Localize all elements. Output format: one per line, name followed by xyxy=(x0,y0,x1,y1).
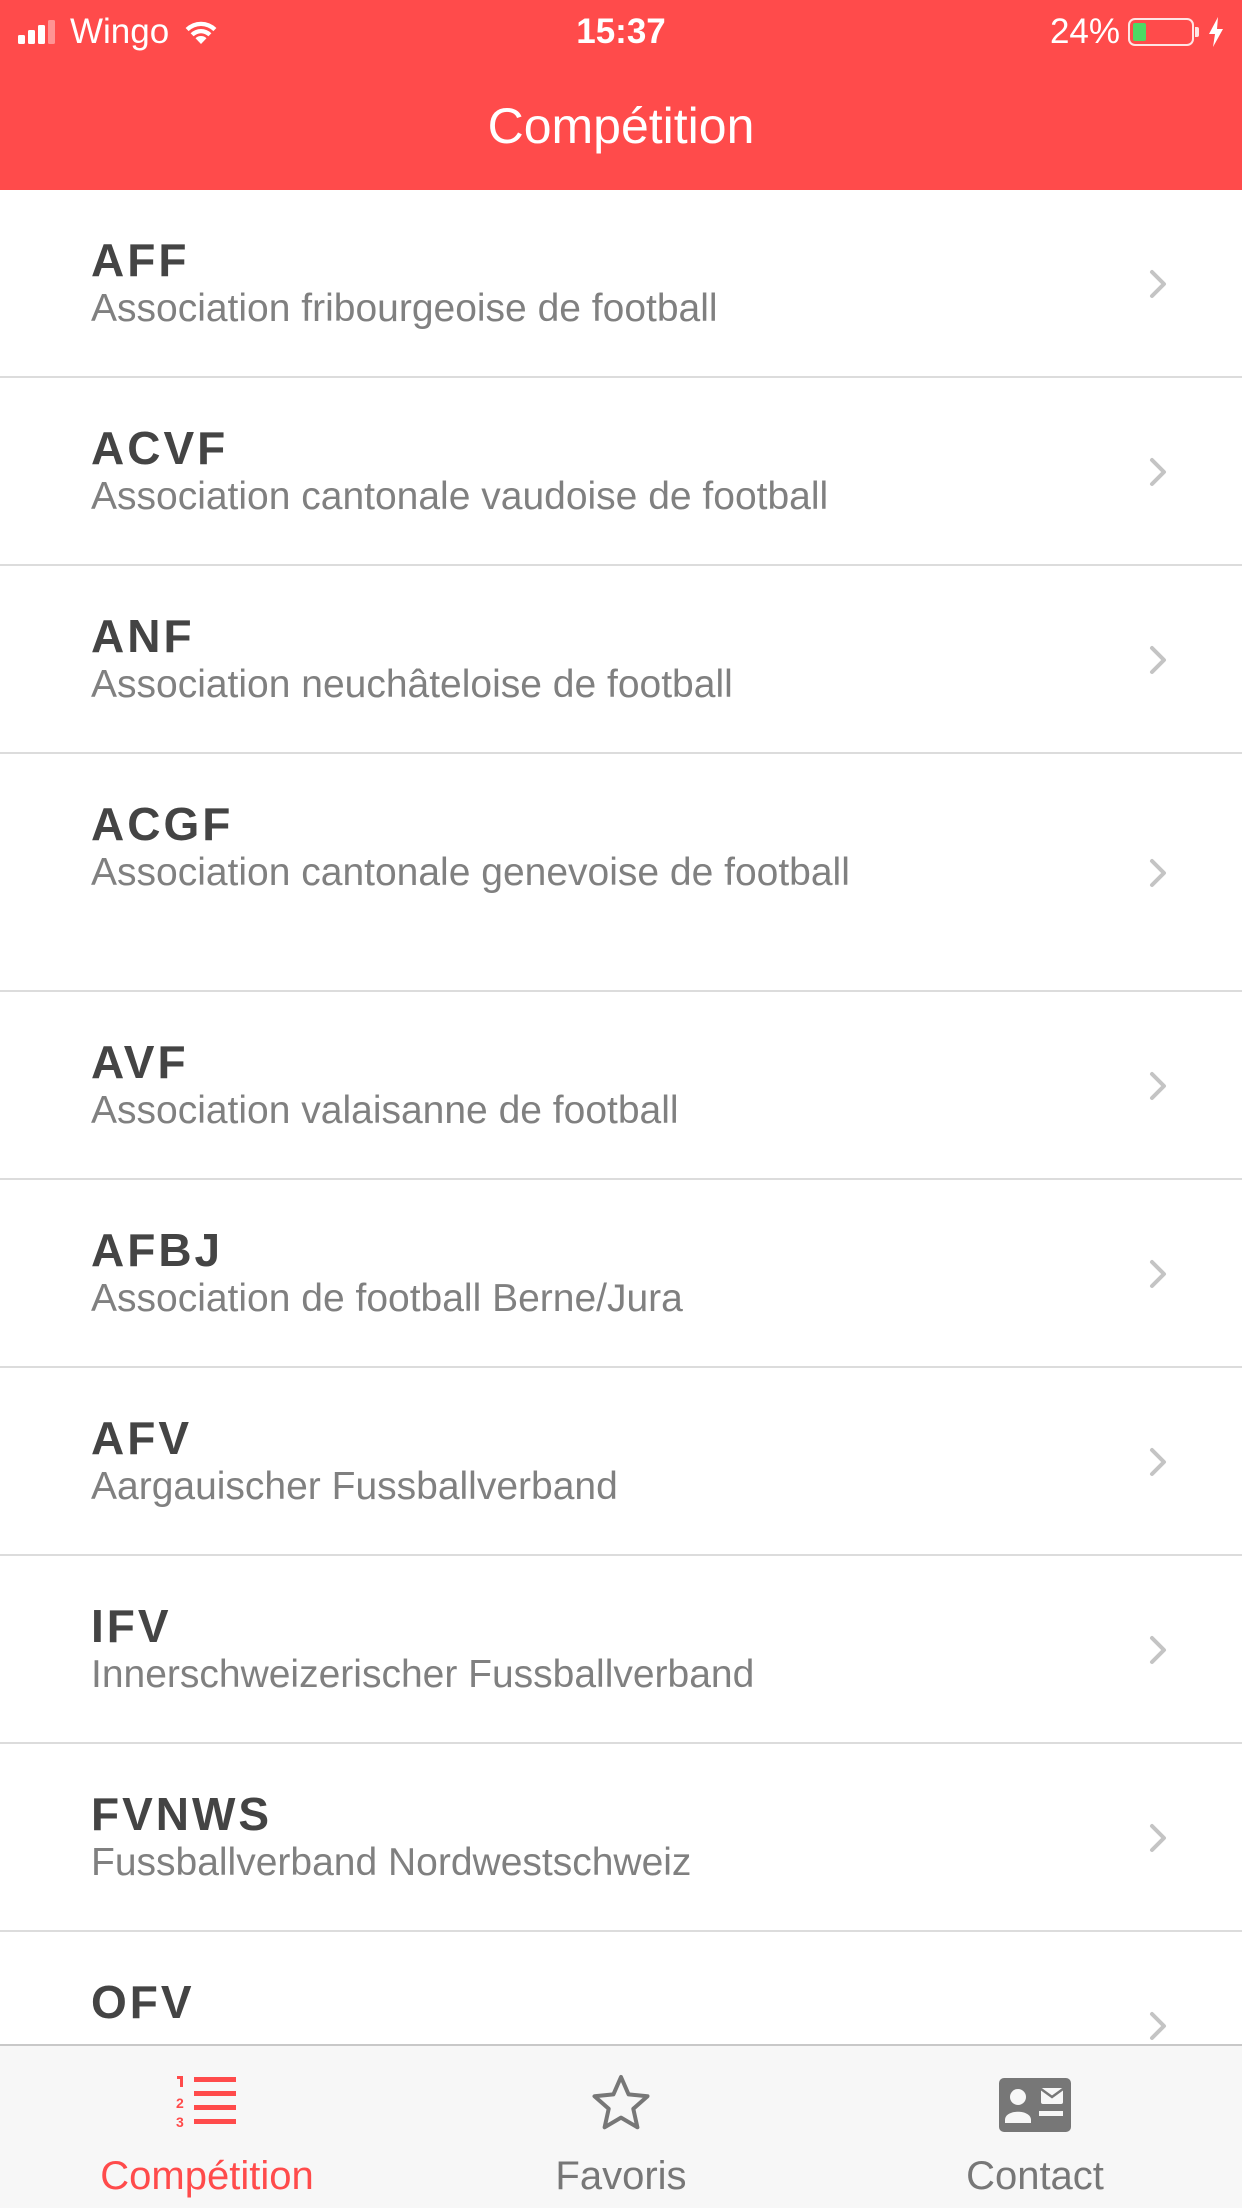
charging-bolt-icon xyxy=(1209,17,1223,47)
chevron-right-icon xyxy=(1150,859,1166,887)
tab-label: Favoris xyxy=(555,2154,687,2198)
star-icon xyxy=(592,2075,650,2130)
association-code: ACGF xyxy=(91,798,234,850)
svg-text:3: 3 xyxy=(176,2114,184,2128)
header: Wingo 15:37 24% Compétition xyxy=(0,0,1242,190)
association-name: Innerschweizerischer Fussballverband xyxy=(91,1653,755,1696)
battery-icon xyxy=(1128,18,1199,46)
association-code: AVF xyxy=(91,1036,189,1088)
association-code: FVNWS xyxy=(91,1788,273,1840)
association-row[interactable]: IFV Innerschweizerischer Fussballverband xyxy=(0,1556,1242,1744)
association-name: Fussballverband Nordwestschweiz xyxy=(91,1841,692,1884)
chevron-right-icon xyxy=(1150,270,1166,298)
association-name: Association neuchâteloise de football xyxy=(91,663,733,706)
chevron-right-icon xyxy=(1150,458,1166,486)
chevron-right-icon xyxy=(1150,1824,1166,1852)
association-code: ACVF xyxy=(91,422,229,474)
association-row[interactable]: ANF Association neuchâteloise de football xyxy=(0,566,1242,754)
association-row[interactable]: AFBJ Association de football Berne/Jura xyxy=(0,1180,1242,1368)
association-row[interactable]: AFF Association fribourgeoise de football xyxy=(0,190,1242,378)
chevron-right-icon xyxy=(1150,1072,1166,1100)
association-row[interactable]: FVNWS Fussballverband Nordwestschweiz xyxy=(0,1744,1242,1932)
association-name: Association de football Berne/Jura xyxy=(91,1277,683,1320)
association-code: OFV xyxy=(91,1976,195,2028)
association-code: ANF xyxy=(91,610,195,662)
chevron-right-icon xyxy=(1150,646,1166,674)
association-name: Association cantonale genevoise de footb… xyxy=(91,851,850,894)
tab-favoris[interactable]: Favoris xyxy=(414,2046,828,2208)
association-name: Association fribourgeoise de football xyxy=(91,287,718,330)
chevron-right-icon xyxy=(1150,2012,1166,2040)
numbered-list-icon: 2 3 xyxy=(176,2076,236,2128)
battery-percent: 24% xyxy=(1049,12,1120,51)
contact-card-icon xyxy=(999,2078,1071,2132)
status-bar: Wingo 15:37 24% xyxy=(0,0,1242,62)
association-code: AFBJ xyxy=(91,1224,224,1276)
association-name: Aargauischer Fussballverband xyxy=(91,1465,618,1508)
association-row[interactable]: ACGF Association cantonale genevoise de f… xyxy=(0,754,1242,992)
association-name: Association cantonale vaudoise de footba… xyxy=(91,475,829,518)
tab-label: Compétition xyxy=(100,2154,314,2198)
tab-label: Contact xyxy=(966,2154,1104,2198)
status-right: 24% xyxy=(1050,10,1224,54)
tab-bar: 2 3 Compétition Favoris Contact xyxy=(0,2044,1242,2208)
svg-text:2: 2 xyxy=(176,2095,184,2111)
association-code: AFV xyxy=(91,1412,192,1464)
association-row[interactable]: AVF Association valaisanne de football xyxy=(0,992,1242,1180)
chevron-right-icon xyxy=(1150,1636,1166,1664)
association-row[interactable]: ACVF Association cantonale vaudoise de fo… xyxy=(0,378,1242,566)
association-name: Association valaisanne de football xyxy=(91,1089,679,1132)
page-title: Compétition xyxy=(487,98,755,154)
chevron-right-icon xyxy=(1150,1448,1166,1476)
association-code: IFV xyxy=(91,1600,172,1652)
tab-contact[interactable]: Contact xyxy=(828,2046,1242,2208)
app-screen: Wingo 15:37 24% Compétition AFF Associati… xyxy=(0,0,1242,2208)
association-list: AFF Association fribourgeoise de football… xyxy=(0,190,1242,2044)
association-row[interactable]: OFV xyxy=(0,1932,1242,2044)
tab-competition[interactable]: 2 3 Compétition xyxy=(0,2046,414,2208)
association-row[interactable]: AFV Aargauischer Fussballverband xyxy=(0,1368,1242,1556)
battery-level xyxy=(1133,23,1146,41)
association-code: AFF xyxy=(91,234,190,286)
chevron-right-icon xyxy=(1150,1260,1166,1288)
